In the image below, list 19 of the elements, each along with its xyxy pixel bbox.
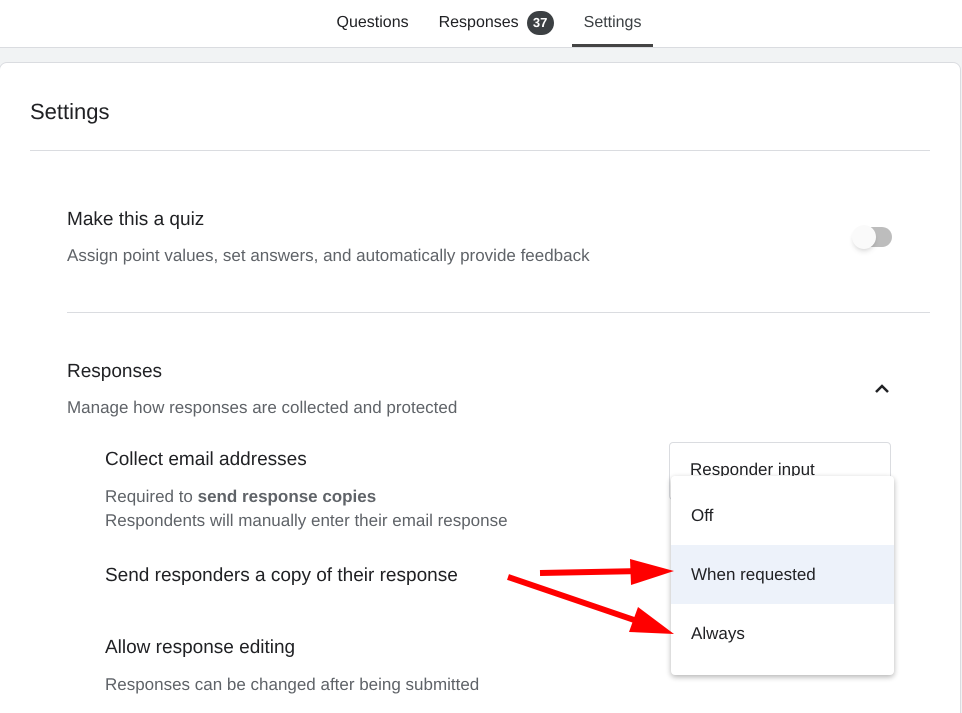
section-description: Manage how responses are collected and protected <box>67 396 458 418</box>
tab[interactable]: Responses 37 <box>426 1 566 47</box>
tab[interactable]: Settings <box>572 1 654 47</box>
section-title: Responses <box>67 360 164 384</box>
settings-title: Settings <box>30 99 110 124</box>
section-title: Make this a quiz <box>67 208 206 232</box>
menu-option[interactable]: Always <box>671 604 894 663</box>
section-description: Assign point values, set answers, and automatically provide feedback <box>67 244 591 266</box>
setting-title: Allow response editing <box>105 636 296 660</box>
setting-title: Collect email addresses <box>105 448 307 472</box>
tab[interactable]: Questions <box>324 1 421 47</box>
setting-description: Responses can be changed after being submitted <box>105 674 480 696</box>
chevron-icon[interactable] <box>874 384 890 394</box>
count-badge: 37 <box>526 10 554 34</box>
setting-description: Required to send response copies <box>105 486 376 508</box>
menu-option[interactable]: Off <box>671 486 894 545</box>
setting-title: Send responders a copy of their response <box>105 564 458 588</box>
menu-option[interactable]: When requested <box>671 545 894 604</box>
setting-description: Respondents will manually enter their email response <box>105 510 508 532</box>
